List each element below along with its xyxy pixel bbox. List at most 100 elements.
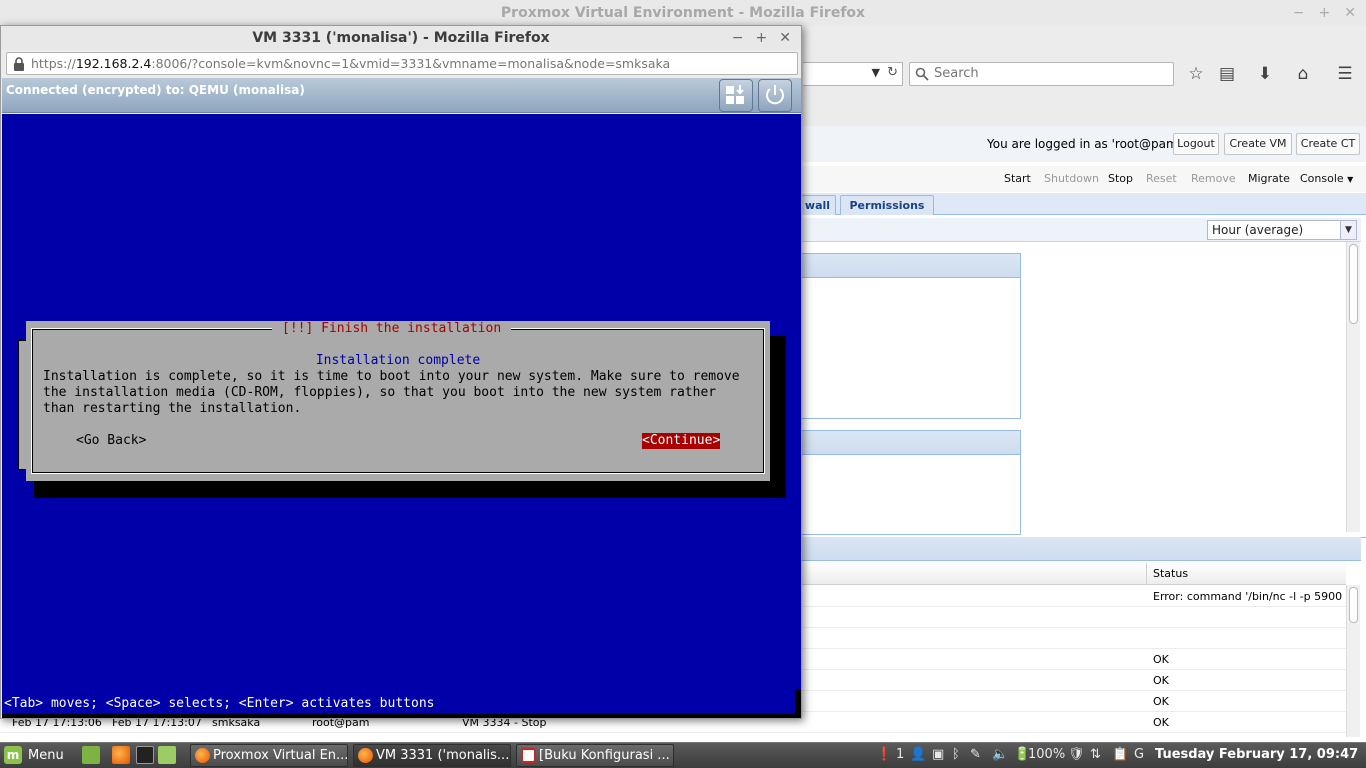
user-icon[interactable]: 👤 <box>910 746 926 764</box>
mint-logo-icon: m <box>4 746 22 764</box>
chevron-down-icon[interactable]: ▼ <box>1340 221 1356 239</box>
scrollbar-thumb[interactable] <box>1349 587 1358 623</box>
power-icon <box>766 85 784 105</box>
dialog-title: [!!] Finish the installation <box>272 321 512 337</box>
create-vm-button[interactable]: Create VM <box>1224 133 1292 155</box>
search-icon <box>915 67 929 81</box>
console-label: Console <box>1300 172 1344 185</box>
url-scheme: https:// <box>31 56 76 71</box>
firefox-icon <box>358 748 373 763</box>
vm-shutdown-button[interactable]: Shutdown <box>1044 172 1099 185</box>
task-log-scrollbar[interactable] <box>1346 585 1360 737</box>
close-icon[interactable]: ✕ <box>1344 0 1356 26</box>
vm-migrate-button[interactable]: Migrate <box>1248 172 1290 185</box>
proxmox-window-controls: − + ✕ <box>1293 0 1356 26</box>
proxmox-window-titlebar: Proxmox Virtual Environment - Mozilla Fi… <box>0 0 1366 26</box>
maximize-icon[interactable]: + <box>756 26 768 50</box>
shield-icon[interactable]: 🛡 <box>1068 746 1085 764</box>
finish-installation-dialog: [!!] Finish the installation Installatio… <box>26 321 770 481</box>
installer-help-line: <Tab> moves; <Space> selects; <Enter> ac… <box>4 696 435 711</box>
status-column-header[interactable]: Status <box>1146 563 1346 585</box>
status-panel <box>800 253 1021 419</box>
pen-icon[interactable]: ✎ <box>970 746 981 764</box>
novnc-control-bar: Connected (encrypted) to: QEMU (monalisa… <box>2 78 801 113</box>
close-icon[interactable]: ✕ <box>779 26 791 50</box>
bookmarks-library-icon[interactable]: ▤ <box>1216 63 1238 85</box>
show-desktop-icon[interactable] <box>82 746 100 764</box>
tray-count: 1 <box>896 747 905 762</box>
firefox-icon <box>195 748 210 763</box>
vm-console-screen[interactable]: [!!] Finish the installation Installatio… <box>2 114 801 718</box>
firefox-launcher-icon[interactable] <box>112 746 130 764</box>
scrollbar-thumb[interactable] <box>1349 244 1358 324</box>
files-launcher-icon[interactable] <box>158 746 176 764</box>
task-vm-console-window[interactable]: VM 3331 ('monalis... <box>353 744 511 767</box>
log-status-cell: OK <box>1153 695 1169 708</box>
vm-window-controls: − + ✕ <box>732 26 791 50</box>
vm-stop-button[interactable]: Stop <box>1108 172 1133 185</box>
novnc-power-button[interactable] <box>758 79 792 112</box>
g-app-icon[interactable]: G <box>1134 746 1144 764</box>
task-proxmox-window[interactable]: Proxmox Virtual En... <box>190 744 348 767</box>
timeframe-value: Hour (average) <box>1212 223 1304 237</box>
log-status-cell: Error: command '/bin/nc -l -p 5900 -... <box>1153 590 1361 603</box>
vm-url-bar[interactable]: https://192.168.2.4:8006/?console=kvm&no… <box>6 52 798 75</box>
go-back-button[interactable]: <Go Back> <box>76 433 146 449</box>
timeframe-select[interactable]: Hour (average) ▼ <box>1207 220 1357 240</box>
log-status-cell: OK <box>1153 653 1169 666</box>
volume-icon[interactable]: 🔈 <box>992 746 1008 764</box>
screenshot-icon[interactable]: ▣ <box>932 746 944 764</box>
hamburger-menu-icon[interactable]: ☰ <box>1334 63 1356 85</box>
task-label: Proxmox Virtual En... <box>213 748 348 763</box>
screen-edge <box>2 714 801 718</box>
document-app-icon <box>521 748 536 763</box>
home-icon[interactable]: ⌂ <box>1292 63 1314 85</box>
bookmark-star-icon[interactable]: ☆ <box>1185 63 1207 85</box>
url-history-dropdown-icon[interactable]: ▼ <box>872 66 880 79</box>
url-host: 192.168.2.4 <box>75 56 152 71</box>
chevron-down-icon: ▼ <box>1347 175 1354 184</box>
continue-button[interactable]: <Continue> <box>642 433 721 449</box>
vm-console-button[interactable]: Console ▼ <box>1300 172 1353 185</box>
create-ct-button[interactable]: Create CT <box>1296 133 1360 155</box>
url-path: :8006/?console=kvm&novnc=1&vmid=3331&vmn… <box>151 56 671 71</box>
battery-level: 100% <box>1028 747 1066 762</box>
tab-permissions[interactable]: Permissions <box>840 195 934 215</box>
terminal-launcher-icon[interactable] <box>136 746 154 764</box>
dialog-heading: Installation complete <box>315 353 481 368</box>
bluetooth-icon[interactable]: ᛒ <box>952 746 960 764</box>
minimize-icon[interactable]: − <box>732 26 744 50</box>
downloads-icon[interactable]: ⬇ <box>1254 63 1276 85</box>
vm-reset-button[interactable]: Reset <box>1146 172 1177 185</box>
login-status: You are logged in as 'root@pam' <box>987 137 1181 151</box>
task-document-window[interactable]: [Buku Konfigurasi ... <box>516 744 674 767</box>
novnc-send-keys-button[interactable] <box>719 79 753 112</box>
logout-button[interactable]: Logout <box>1173 133 1219 155</box>
panel-header <box>801 254 1020 278</box>
reload-icon[interactable]: ↻ <box>887 65 898 80</box>
vm-remove-button[interactable]: Remove <box>1191 172 1236 185</box>
vm-window-titlebar[interactable]: VM 3331 ('monalisa') - Mozilla Firefox <box>1 26 801 50</box>
proxmox-window-title: Proxmox Virtual Environment - Mozilla Fi… <box>500 5 866 21</box>
minimize-icon[interactable]: − <box>1293 0 1305 26</box>
search-input[interactable] <box>934 66 1164 81</box>
panel-header <box>801 431 1020 455</box>
send-keys-icon <box>726 85 744 104</box>
clipboard-icon[interactable]: 📋 <box>1112 746 1128 764</box>
task-label: VM 3331 ('monalis... <box>376 748 510 763</box>
browser-search-box[interactable] <box>909 62 1174 86</box>
update-notification-icon[interactable]: ❗ <box>876 746 892 764</box>
log-status-cell: OK <box>1153 674 1169 687</box>
vm-url-text: https://192.168.2.4:8006/?console=kvm&no… <box>31 56 670 71</box>
content-scrollbar[interactable] <box>1346 242 1360 532</box>
start-menu-button[interactable]: m Menu <box>4 745 64 765</box>
vm-start-button[interactable]: Start <box>1004 172 1031 185</box>
menu-label: Menu <box>28 747 64 763</box>
network-icon[interactable]: ⇅ <box>1090 746 1101 764</box>
lock-icon <box>14 57 24 71</box>
taskbar-clock[interactable]: Tuesday February 17, 09:47 <box>1155 746 1358 764</box>
proxmox-url-bar[interactable]: ▼ ↻ <box>803 62 903 86</box>
maximize-icon[interactable]: + <box>1319 0 1331 26</box>
vm-console-window: VM 3331 ('monalisa') - Mozilla Firefox −… <box>0 25 802 719</box>
tab-firewall[interactable]: wall <box>800 195 836 215</box>
